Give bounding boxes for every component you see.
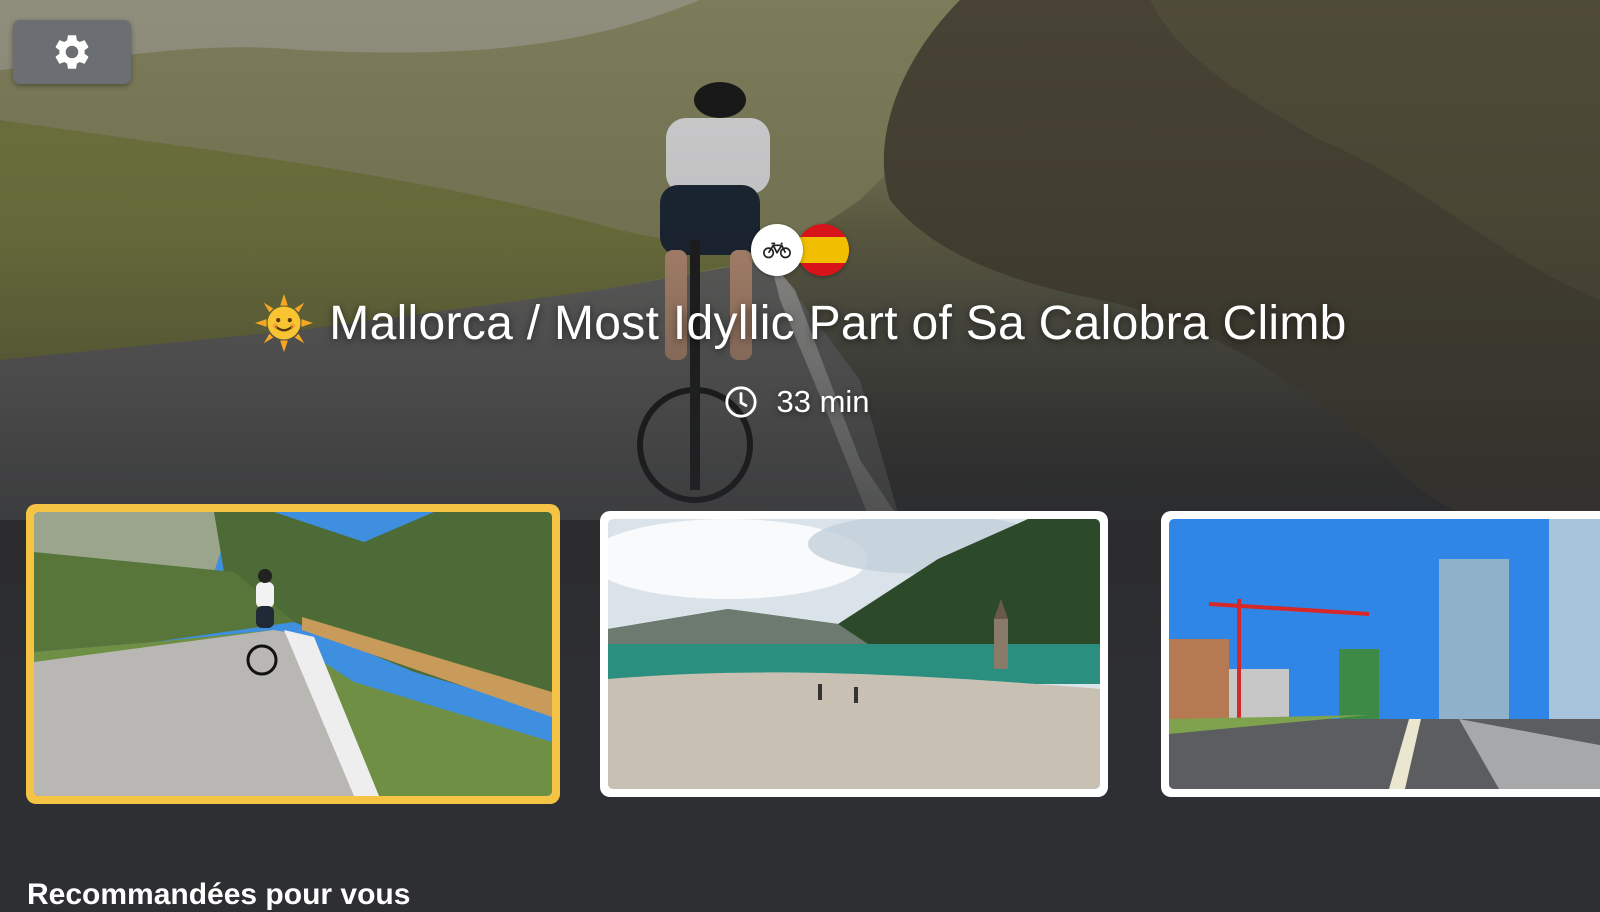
spain-flag-icon bbox=[797, 224, 849, 276]
sun-face-icon bbox=[255, 293, 314, 353]
route-thumbnail-selected[interactable] bbox=[26, 504, 560, 804]
section-heading: Recommandées pour vous bbox=[27, 878, 411, 911]
route-thumbnail-image bbox=[608, 519, 1100, 789]
route-duration: 33 min bbox=[0, 380, 1600, 424]
settings-button[interactable] bbox=[13, 20, 131, 84]
bicycle-badge bbox=[751, 224, 803, 276]
route-thumbnail[interactable] bbox=[600, 511, 1108, 797]
route-badges bbox=[751, 224, 851, 278]
route-thumbnail-image bbox=[1169, 519, 1600, 789]
route-title-row: Mallorca / Most Idyllic Part of Sa Calob… bbox=[0, 288, 1600, 358]
gear-icon bbox=[55, 35, 89, 69]
country-flag-badge bbox=[797, 224, 849, 276]
duration-text: 33 min bbox=[776, 384, 870, 419]
clock-icon bbox=[725, 386, 758, 418]
route-thumbnail[interactable] bbox=[1161, 511, 1600, 797]
route-title: Mallorca / Most Idyllic Part of Sa Calob… bbox=[329, 296, 1347, 350]
route-thumbnail-image bbox=[34, 512, 552, 796]
bicycle-icon bbox=[763, 242, 791, 259]
